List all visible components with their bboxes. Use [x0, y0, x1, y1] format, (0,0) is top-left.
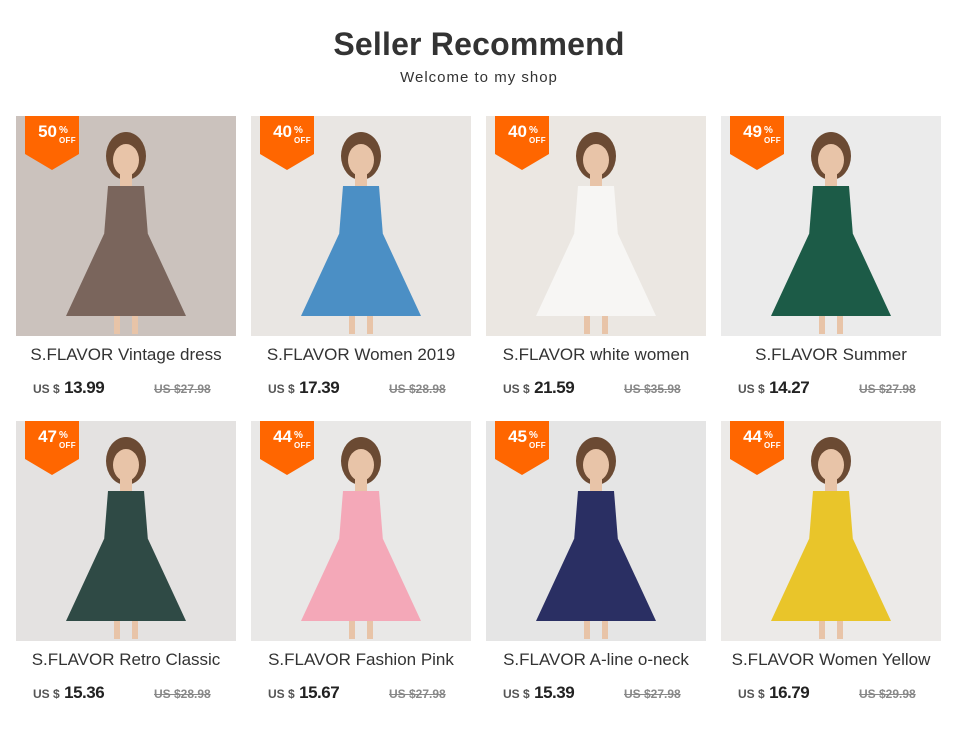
product-price: US $ 15.39 — [503, 683, 575, 703]
product-card[interactable]: 40% OFF S.FLAVOR Women 2019 US $ 17.39 US $2… — [251, 116, 471, 406]
discount-percent-sign: % — [529, 125, 538, 136]
product-price: US $ 13.99 — [33, 378, 105, 398]
discount-badge: 47% OFF — [25, 421, 79, 475]
product-title[interactable]: S.FLAVOR Women 2019 — [251, 345, 471, 365]
original-price: US $29.98 — [859, 687, 916, 701]
original-price: US $35.98 — [624, 382, 681, 396]
discount-value: 44 — [743, 427, 762, 446]
price-amount: 15.36 — [64, 683, 105, 702]
price-amount: 15.67 — [299, 683, 340, 702]
price-currency: US $ — [268, 687, 295, 701]
price-currency: US $ — [738, 687, 765, 701]
original-price: US $27.98 — [389, 687, 446, 701]
discount-badge: 50% OFF — [25, 116, 79, 170]
discount-value: 44 — [273, 427, 292, 446]
section-subtitle: Welcome to my shop — [400, 69, 558, 86]
product-title[interactable]: S.FLAVOR white women — [486, 345, 706, 365]
product-card[interactable]: 40% OFF S.FLAVOR white women US $ 21.59 US $… — [486, 116, 706, 406]
section-title: Seller Recommend — [333, 26, 625, 62]
discount-off-label: OFF — [764, 441, 781, 450]
discount-value: 40 — [508, 122, 527, 141]
product-price: US $ 15.36 — [33, 683, 105, 703]
price-amount: 15.39 — [534, 683, 575, 702]
discount-value: 45 — [508, 427, 527, 446]
discount-badge: 44% OFF — [730, 421, 784, 475]
discount-badge: 44% OFF — [260, 421, 314, 475]
discount-off-label: OFF — [764, 136, 781, 145]
original-price: US $27.98 — [624, 687, 681, 701]
original-price: US $27.98 — [859, 382, 916, 396]
original-price: US $28.98 — [389, 382, 446, 396]
product-title[interactable]: S.FLAVOR Vintage dress — [16, 345, 236, 365]
discount-value: 47 — [38, 427, 57, 446]
discount-off-label: OFF — [294, 441, 311, 450]
product-title[interactable]: S.FLAVOR Fashion Pink — [251, 650, 471, 670]
discount-percent-sign: % — [764, 125, 773, 136]
price-currency: US $ — [268, 382, 295, 396]
product-title[interactable]: S.FLAVOR Women Yellow — [721, 650, 941, 670]
product-card[interactable]: 45% OFF S.FLAVOR A-line o-neck US $ 15.39 US… — [486, 421, 706, 711]
discount-value: 40 — [273, 122, 292, 141]
product-card[interactable]: 50% OFF S.FLAVOR Vintage dress US $ 13.99 US… — [16, 116, 236, 406]
discount-percent-sign: % — [59, 430, 68, 441]
product-card[interactable]: 47% OFF S.FLAVOR Retro Classic US $ 15.36 US… — [16, 421, 236, 711]
product-card[interactable]: 44% OFF S.FLAVOR Fashion Pink US $ 15.67 US … — [251, 421, 471, 711]
price-amount: 16.79 — [769, 683, 810, 702]
discount-off-label: OFF — [59, 441, 76, 450]
product-price: US $ 16.79 — [738, 683, 810, 703]
product-price: US $ 14.27 — [738, 378, 810, 398]
product-price: US $ 21.59 — [503, 378, 575, 398]
discount-percent-sign: % — [294, 430, 303, 441]
product-title[interactable]: S.FLAVOR Summer — [721, 345, 941, 365]
discount-percent-sign: % — [764, 430, 773, 441]
price-currency: US $ — [503, 382, 530, 396]
price-currency: US $ — [738, 382, 765, 396]
discount-off-label: OFF — [529, 136, 546, 145]
discount-off-label: OFF — [529, 441, 546, 450]
price-currency: US $ — [33, 687, 60, 701]
discount-percent-sign: % — [59, 125, 68, 136]
discount-off-label: OFF — [59, 136, 76, 145]
discount-off-label: OFF — [294, 136, 311, 145]
discount-badge: 49% OFF — [730, 116, 784, 170]
original-price: US $27.98 — [154, 382, 211, 396]
discount-percent-sign: % — [529, 430, 538, 441]
price-amount: 17.39 — [299, 378, 340, 397]
price-amount: 21.59 — [534, 378, 575, 397]
original-price: US $28.98 — [154, 687, 211, 701]
product-title[interactable]: S.FLAVOR Retro Classic — [16, 650, 236, 670]
product-card[interactable]: 44% OFF S.FLAVOR Women Yellow US $ 16.79 US … — [721, 421, 941, 711]
product-card[interactable]: 49% OFF S.FLAVOR Summer US $ 14.27 US $27.98 — [721, 116, 941, 406]
discount-value: 49 — [743, 122, 762, 141]
discount-badge: 40% OFF — [495, 116, 549, 170]
discount-value: 50 — [38, 122, 57, 141]
product-price: US $ 15.67 — [268, 683, 340, 703]
price-currency: US $ — [503, 687, 530, 701]
price-currency: US $ — [33, 382, 60, 396]
product-title[interactable]: S.FLAVOR A-line o-neck — [486, 650, 706, 670]
discount-badge: 45% OFF — [495, 421, 549, 475]
product-price: US $ 17.39 — [268, 378, 340, 398]
discount-badge: 40% OFF — [260, 116, 314, 170]
price-amount: 13.99 — [64, 378, 105, 397]
price-amount: 14.27 — [769, 378, 810, 397]
discount-percent-sign: % — [294, 125, 303, 136]
